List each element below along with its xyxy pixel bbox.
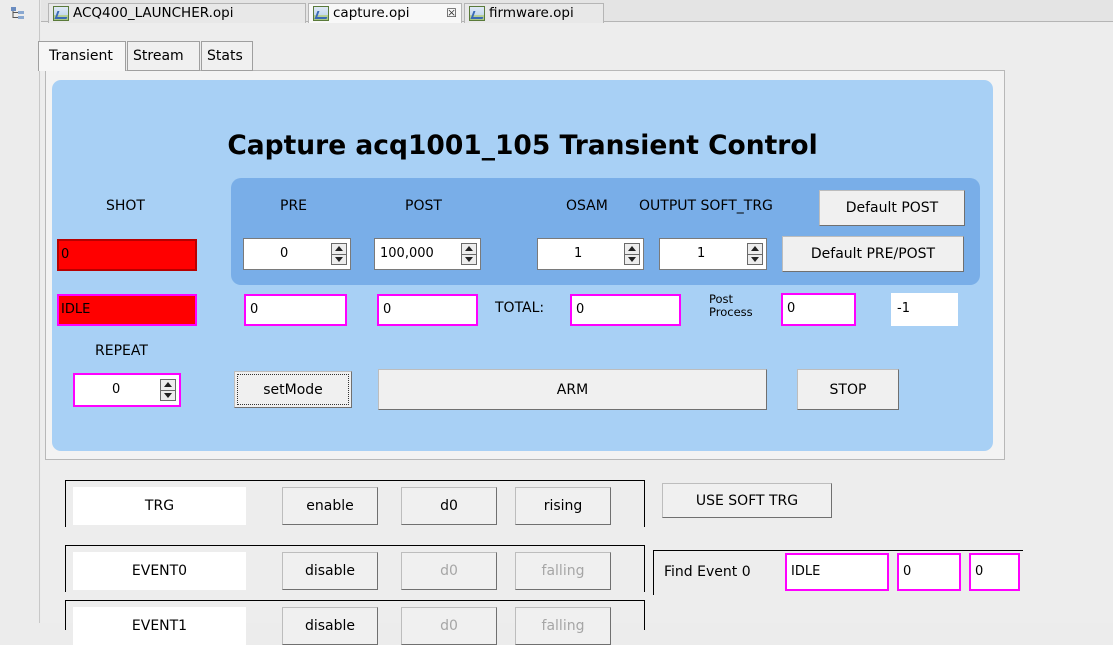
close-icon[interactable]: ☒ [446,4,457,23]
repeat-label: REPEAT [95,343,148,359]
output-soft-trg-spinner[interactable]: 1 [659,238,767,270]
set-mode-button[interactable]: setMode [234,371,352,408]
pre-label: PRE [280,198,308,214]
repeat-spinner-value: 0 [112,382,121,397]
left-gutter [0,0,40,623]
spinner-arrows-icon[interactable] [160,379,176,401]
tab-acq400-launcher[interactable]: ACQ400_LAUNCHER.opi [48,3,306,24]
osam-spinner-value: 1 [574,246,583,261]
repeat-spinner[interactable]: 0 [73,373,181,407]
spinner-arrows-icon[interactable] [747,243,763,265]
event1-mode-button[interactable]: disable [282,607,378,645]
total-label: TOTAL: [495,300,545,316]
default-pre-post-button[interactable]: Default PRE/POST [782,236,964,272]
arm-button[interactable]: ARM [378,369,767,410]
outline-icon[interactable] [10,6,28,20]
shot-label: SHOT [106,198,145,214]
post-process-label: Post Process [709,293,753,319]
pre-readout: 0 [244,294,347,326]
post-process-readout: 0 [781,293,856,326]
tab-transient[interactable]: Transient [38,41,126,71]
tab-capture[interactable]: capture.opi ☒ [308,3,462,24]
default-post-button[interactable]: Default POST [819,190,965,226]
post-spinner[interactable]: 100,000 [374,238,481,270]
stop-button[interactable]: STOP [797,369,899,410]
post-label: POST [405,198,442,214]
tab-label: capture.opi [333,5,410,21]
extra-readout: -1 [891,293,958,326]
event0-name: EVENT0 [73,552,246,590]
trg-name: TRG [73,487,246,525]
tab-firmware[interactable]: firmware.opi [464,3,604,24]
find-event-value-2: 0 [969,553,1020,591]
trg-mode-button[interactable]: enable [282,487,378,525]
osam-spinner[interactable]: 1 [537,238,644,270]
find-event-label: Find Event 0 [664,564,751,580]
tab-stream[interactable]: Stream [127,41,200,71]
tab-label: firmware.opi [489,5,574,21]
pre-spinner-value: 0 [280,246,289,261]
tab-label: ACQ400_LAUNCHER.opi [73,5,234,21]
spinner-arrows-icon[interactable] [624,243,640,265]
page-title: Capture acq1001_105 Transient Control [227,130,818,161]
shot-value: 0 [57,239,197,271]
event0-mode-button[interactable]: disable [282,552,378,590]
event0-signal-button[interactable]: d0 [401,552,497,590]
event1-signal-button[interactable]: d0 [401,607,497,645]
output-soft-trg-spinner-value: 1 [697,246,706,261]
post-readout: 0 [377,294,478,326]
spinner-arrows-icon[interactable] [461,243,477,265]
tab-label: Transient [49,48,113,64]
opi-file-icon [313,6,329,21]
pre-spinner[interactable]: 0 [243,238,351,270]
opi-file-icon [53,6,69,21]
spinner-arrows-icon[interactable] [331,243,347,265]
osam-label: OSAM [566,198,608,214]
total-readout: 0 [570,294,681,326]
find-event-state: IDLE [785,553,889,591]
output-soft-trg-label: OUTPUT SOFT_TRG [639,198,773,214]
trg-signal-button[interactable]: d0 [401,487,497,525]
event0-edge-button[interactable]: falling [515,552,611,590]
state-value: IDLE [57,294,197,326]
tab-label: Stats [207,48,243,64]
tab-stats[interactable]: Stats [201,41,253,71]
find-event-value-1: 0 [897,553,961,591]
post-spinner-value: 100,000 [380,246,434,261]
opi-file-icon [469,6,485,21]
post-process-label-line2: Process [709,305,753,319]
event1-edge-button[interactable]: falling [515,607,611,645]
event1-name: EVENT1 [73,607,246,645]
use-soft-trg-button[interactable]: USE SOFT TRG [662,483,832,518]
tab-label: Stream [133,48,184,64]
trg-edge-button[interactable]: rising [515,487,611,525]
